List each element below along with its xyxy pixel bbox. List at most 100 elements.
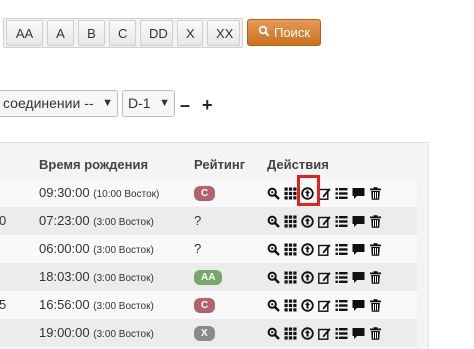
rating-cell: AA (194, 263, 223, 291)
birth-time-value: 18:03:00 (39, 269, 90, 284)
comment-icon[interactable] (352, 327, 365, 340)
rating-badge: C (194, 186, 216, 202)
filter-dd-button[interactable]: DD (140, 20, 173, 46)
comment-icon[interactable] (352, 215, 365, 228)
upload-circle-icon[interactable] (301, 214, 314, 228)
edit-icon[interactable] (318, 271, 331, 284)
row-actions (267, 179, 382, 207)
comment-icon[interactable] (352, 271, 365, 284)
search-label: Поиск (273, 25, 311, 40)
rating-cell: C (194, 291, 216, 319)
grid-icon[interactable] (284, 299, 297, 312)
upload-circle-icon[interactable] (301, 270, 314, 284)
zoom-icon[interactable] (267, 327, 280, 340)
trash-icon[interactable] (369, 242, 382, 256)
grid-icon[interactable] (284, 187, 297, 200)
row-cut-off-value: 0 (0, 213, 7, 228)
rating-cell: C (194, 179, 216, 207)
timezone-label: (3:00 Восток) (93, 329, 154, 340)
trash-icon[interactable] (369, 326, 382, 340)
birth-time-value: 06:00:00 (39, 241, 90, 256)
table-row: 5 16:56:00 (3:00 Восток) C (0, 291, 417, 319)
timezone-label: (3:00 Восток) (93, 217, 154, 228)
row-actions (267, 291, 382, 319)
list-icon[interactable] (335, 327, 348, 340)
filter-b-button[interactable]: B (78, 20, 105, 46)
grid-icon[interactable] (284, 327, 297, 340)
list-icon[interactable] (335, 215, 348, 228)
chevron-down-icon: ▼ (102, 97, 113, 109)
add-button[interactable]: + (202, 95, 213, 116)
timezone-label: (3:00 Восток) (93, 273, 154, 284)
zoom-icon[interactable] (267, 271, 280, 284)
birth-time-cell: 16:56:00 (3:00 Восток) (39, 291, 154, 319)
rating-badge: AA (194, 270, 223, 286)
trash-icon[interactable] (369, 186, 382, 200)
comment-icon[interactable] (352, 187, 365, 200)
birth-time-value: 09:30:00 (39, 185, 90, 200)
row-cut-off-value: 5 (0, 297, 7, 312)
trash-icon[interactable] (369, 270, 382, 284)
upload-circle-icon[interactable] (301, 326, 314, 340)
rating-badge: C (194, 298, 216, 314)
rating-filter-group: AA A B C DD X XX (3, 18, 243, 48)
rating-value: ? (194, 213, 202, 228)
birth-time-cell: 19:00:00 (3:00 Восток) (39, 319, 154, 347)
zoom-icon[interactable] (267, 187, 280, 200)
filter-xx-button[interactable]: XX (207, 20, 240, 46)
remove-button[interactable]: – (180, 95, 190, 116)
header-actions: Действия (267, 157, 329, 172)
grid-icon[interactable] (284, 215, 297, 228)
search-icon (258, 25, 270, 40)
grid-icon[interactable] (284, 271, 297, 284)
timezone-label: (10:00 Восток) (93, 189, 160, 200)
edit-icon[interactable] (318, 243, 331, 256)
grid-icon[interactable] (284, 243, 297, 256)
connection-select[interactable]: соединении -- ▼ (0, 90, 118, 117)
table-row: 19:00:00 (3:00 Восток) X (0, 319, 417, 347)
header-birth-time: Время рождения (39, 157, 149, 172)
search-button[interactable]: Поиск (247, 19, 321, 46)
filter-x-button[interactable]: X (177, 20, 203, 46)
table-row: 06:00:00 (3:00 Восток)? (0, 235, 417, 263)
filter-c-button[interactable]: C (109, 20, 136, 46)
timezone-label: (3:00 Восток) (93, 245, 154, 256)
comment-icon[interactable] (352, 243, 365, 256)
zoom-icon[interactable] (267, 243, 280, 256)
edit-icon[interactable] (318, 215, 331, 228)
list-icon[interactable] (335, 187, 348, 200)
birth-time-cell: 06:00:00 (3:00 Восток) (39, 235, 154, 263)
zoom-icon[interactable] (267, 299, 280, 312)
row-actions (267, 235, 382, 263)
filter-a-button[interactable]: A (47, 20, 74, 46)
row-actions (267, 319, 382, 347)
upload-circle-icon[interactable] (301, 298, 314, 312)
birth-time-cell: 09:30:00 (10:00 Восток) (39, 179, 159, 207)
row-actions (267, 263, 382, 291)
comment-icon[interactable] (352, 299, 365, 312)
table-row: 09:30:00 (10:00 Восток) C (0, 179, 417, 207)
list-icon[interactable] (335, 243, 348, 256)
header-rating: Рейтинг (194, 157, 246, 172)
birth-time-cell: 07:23:00 (3:00 Восток) (39, 207, 154, 235)
table-row: 0 07:23:00 (3:00 Восток)? (0, 207, 417, 235)
highlight-box (297, 175, 320, 206)
rating-cell: ? (194, 235, 201, 263)
edit-icon[interactable] (318, 327, 331, 340)
d-select[interactable]: D-1 ▼ (122, 90, 175, 117)
row-actions (267, 207, 382, 235)
chevron-down-icon: ▼ (159, 97, 170, 109)
rating-cell: X (194, 319, 215, 347)
list-icon[interactable] (335, 271, 348, 284)
rating-value: ? (194, 241, 202, 256)
list-icon[interactable] (335, 299, 348, 312)
edit-icon[interactable] (318, 299, 331, 312)
trash-icon[interactable] (369, 298, 382, 312)
birth-time-value: 07:23:00 (39, 213, 90, 228)
birth-time-value: 19:00:00 (39, 325, 90, 340)
birth-time-value: 16:56:00 (39, 297, 90, 312)
trash-icon[interactable] (369, 214, 382, 228)
filter-aa-button[interactable]: AA (6, 20, 43, 46)
zoom-icon[interactable] (267, 215, 280, 228)
upload-circle-icon[interactable] (301, 242, 314, 256)
